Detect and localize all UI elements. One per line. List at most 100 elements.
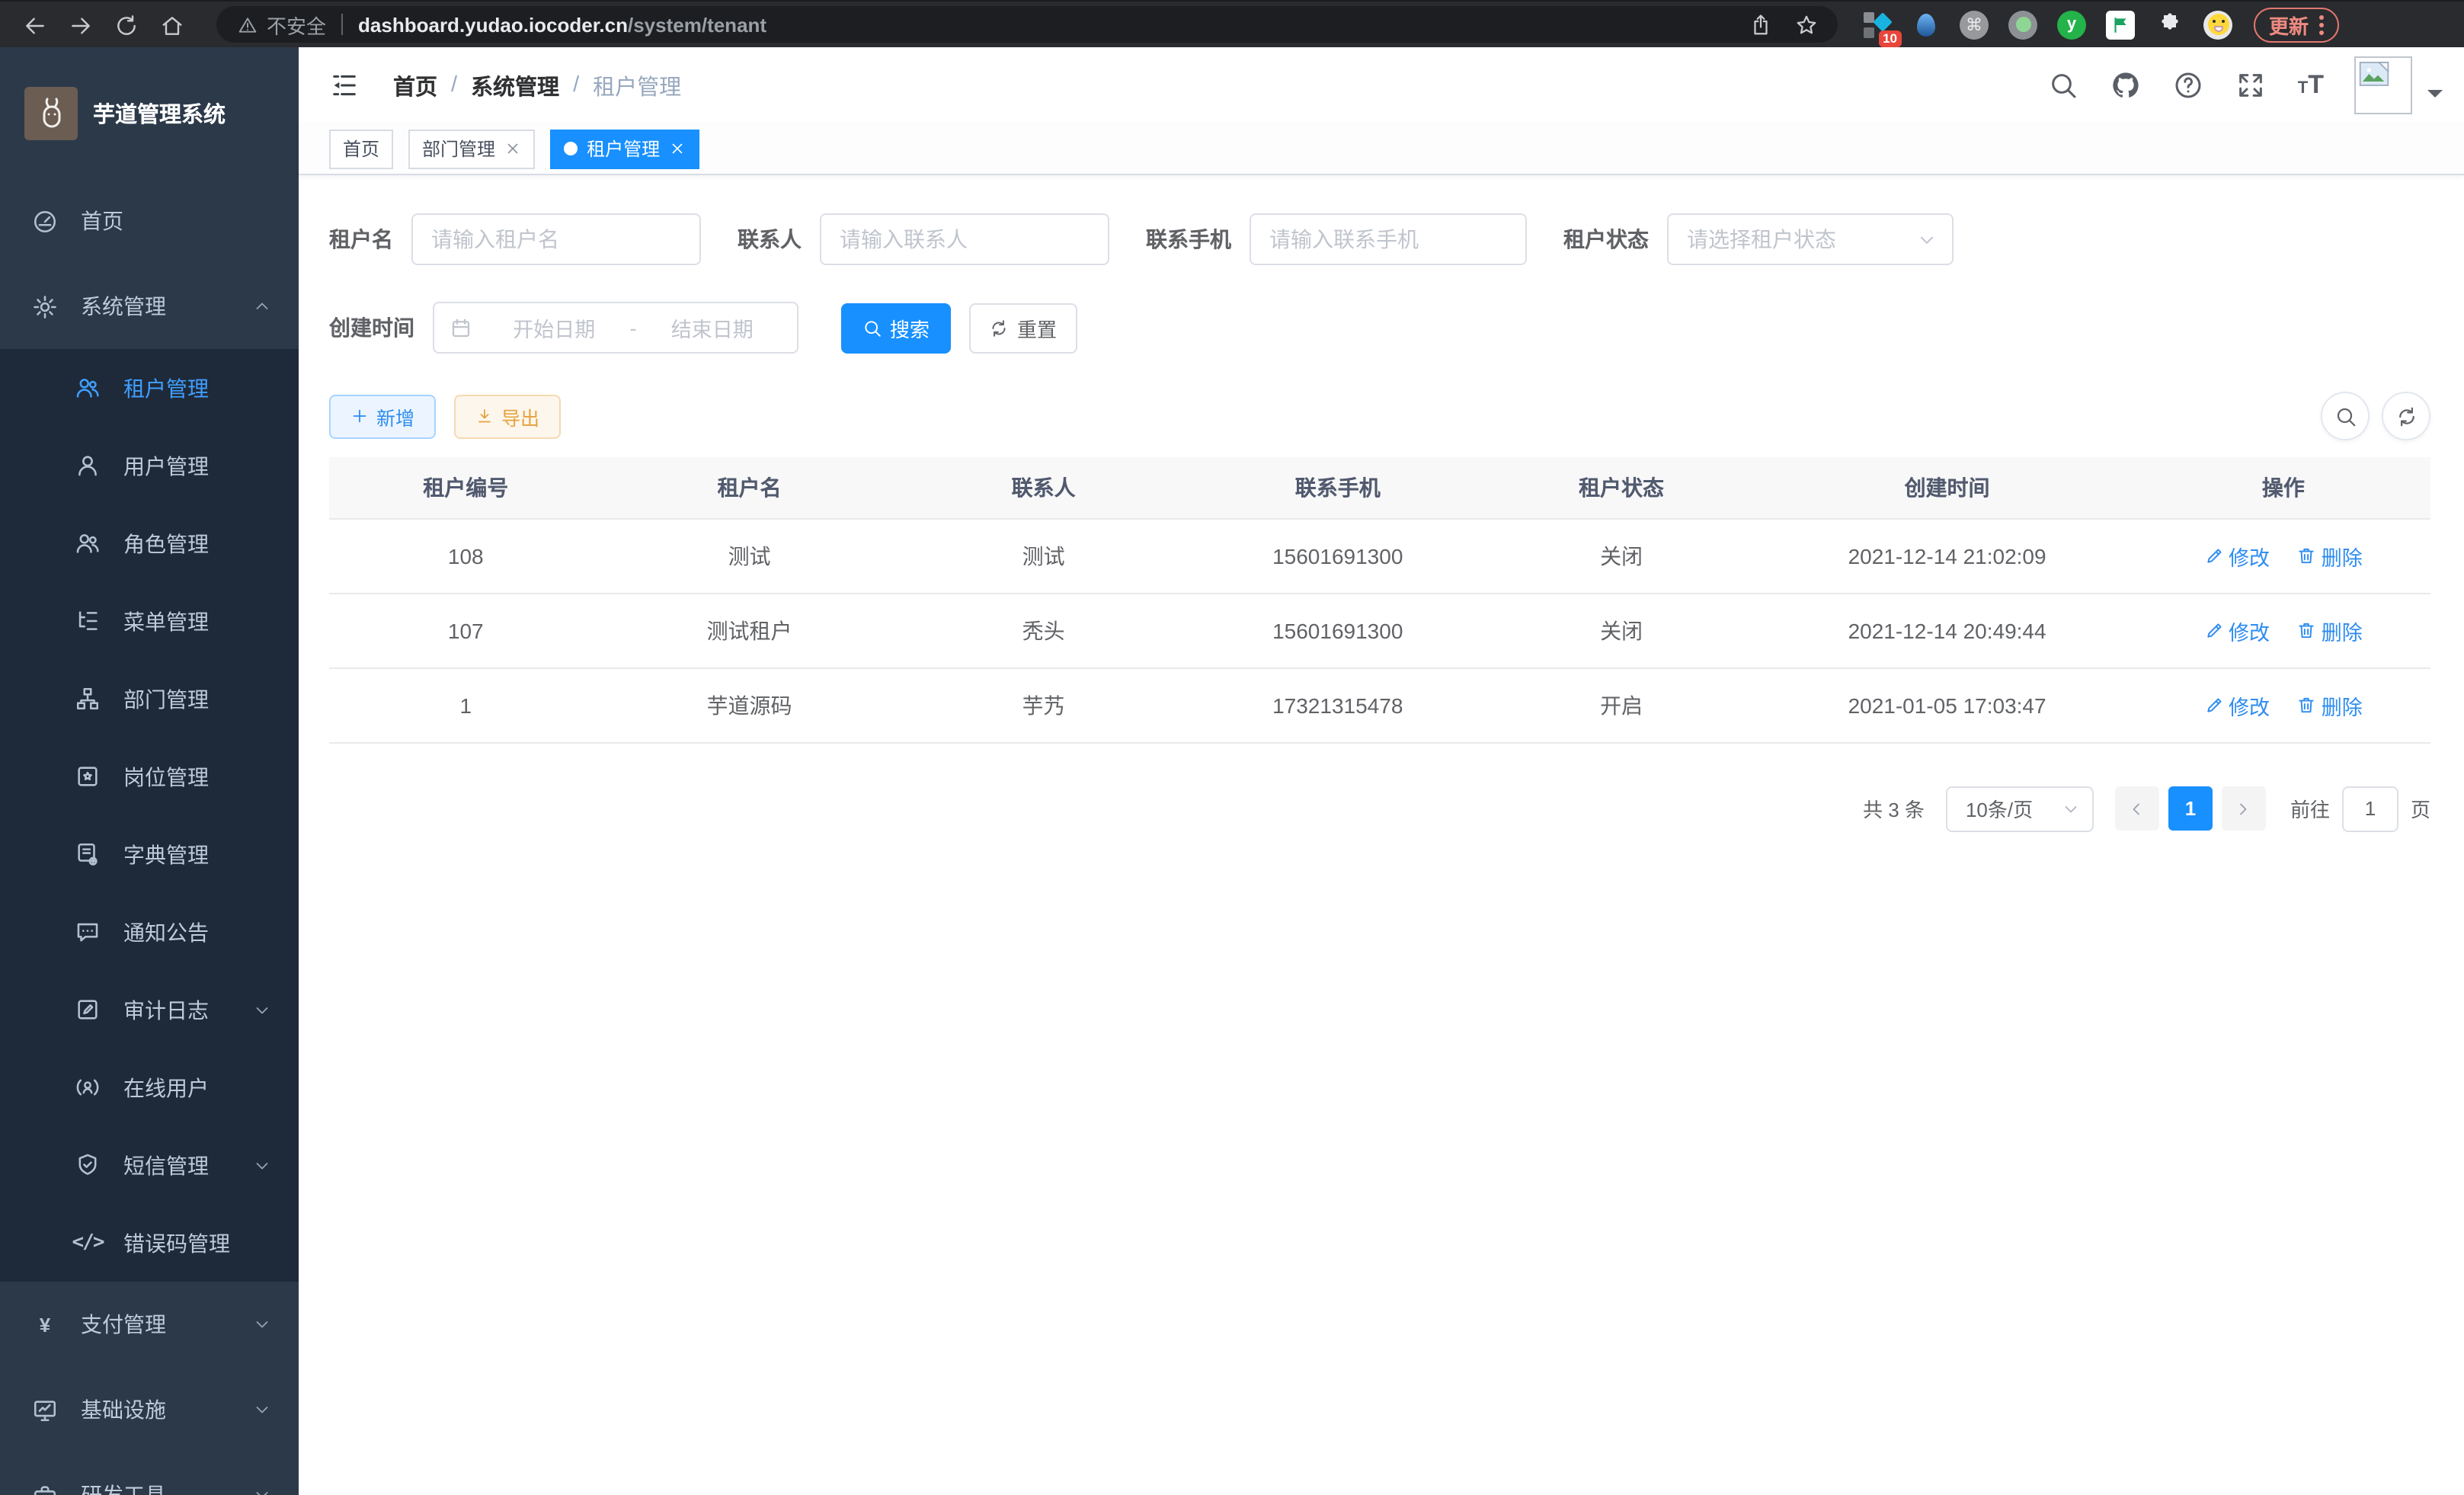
chevron-down-icon (253, 1401, 271, 1419)
date-range-picker[interactable]: 开始日期 - 结束日期 (433, 302, 798, 354)
edit-link[interactable]: 修改 (2204, 540, 2270, 571)
search-icon[interactable] (2048, 70, 2078, 101)
sidebar-item-sms[interactable]: 短信管理 (0, 1126, 299, 1204)
sidebar-item-audit-log[interactable]: 审计日志 (0, 971, 299, 1048)
sidebar-item-system[interactable]: 系统管理 (0, 264, 299, 349)
browser-menu-icon[interactable] (2319, 14, 2324, 34)
chevron-right-icon (2235, 799, 2253, 818)
goto-page-input[interactable] (2342, 786, 2398, 831)
flag-extension-icon[interactable] (2106, 10, 2135, 39)
command-extension-icon[interactable]: ⌘ (1960, 10, 1989, 39)
y-logo-extension-icon[interactable]: y (2057, 10, 2086, 39)
dict-book-icon (75, 841, 101, 867)
page-number-1[interactable]: 1 (2168, 786, 2213, 831)
github-icon[interactable] (2110, 70, 2141, 101)
yen-icon: ¥ (32, 1311, 58, 1337)
status-text: 开启 (1485, 667, 1758, 742)
contact-input[interactable] (820, 213, 1109, 265)
extension-bar: 10 ⌘ y (1862, 10, 2232, 39)
tab-home[interactable]: 首页 (329, 129, 393, 168)
chevron-down-icon (253, 1315, 271, 1333)
sidebar-item-dev-tools[interactable]: 研发工具 (0, 1452, 299, 1495)
browser-back-button[interactable] (12, 11, 58, 37)
sidebar-item-dept[interactable]: 部门管理 (0, 660, 299, 738)
status-select[interactable]: 请选择租户状态 (1667, 213, 1954, 265)
circle-extension-icon[interactable] (2008, 10, 2037, 39)
chevron-down-icon (253, 1000, 271, 1019)
url-bar[interactable]: 不安全 dashboard.yudao.iocoder.cn/system/te… (216, 6, 1838, 43)
trash-icon (2297, 695, 2317, 715)
tabs-extension-icon[interactable]: 10 (1862, 10, 1891, 39)
page-size-select[interactable]: 10条/页 (1946, 786, 2094, 831)
tenant-name-input[interactable] (411, 213, 701, 265)
org-tree-icon (75, 686, 101, 712)
col-tenant-name: 租户名 (603, 457, 897, 518)
sidebar-item-notice[interactable]: 通知公告 (0, 893, 299, 971)
browser-update-button[interactable]: 更新 (2254, 7, 2339, 42)
breadcrumb-home[interactable]: 首页 (393, 69, 437, 101)
status-text: 关闭 (1485, 593, 1758, 667)
sidebar-item-tenant[interactable]: 租户管理 (0, 349, 299, 427)
share-button[interactable] (1743, 12, 1777, 37)
refresh-icon (990, 318, 1010, 338)
mobile-input[interactable] (1250, 213, 1527, 265)
help-icon[interactable] (2173, 70, 2203, 101)
tab-tenant[interactable]: 租户管理 (550, 129, 699, 168)
total-count: 共 3 条 (1863, 794, 1925, 823)
contact-label: 联系人 (738, 224, 820, 255)
sidebar-item-error-code[interactable]: </> 错误码管理 (0, 1204, 299, 1282)
sidebar-item-post[interactable]: 岗位管理 (0, 738, 299, 815)
browser-home-button[interactable] (149, 11, 195, 37)
breadcrumb-system[interactable]: 系统管理 (471, 69, 559, 101)
table-header-row: 租户编号 租户名 联系人 联系手机 租户状态 创建时间 操作 (329, 457, 2430, 518)
balloon-extension-icon[interactable] (1911, 10, 1940, 39)
close-icon[interactable] (504, 140, 521, 157)
fullscreen-icon[interactable] (2235, 70, 2266, 101)
col-tenant-id: 租户编号 (329, 457, 603, 518)
font-size-icon[interactable]: TT (2298, 70, 2324, 101)
sidebar-item-pay[interactable]: ¥ 支付管理 (0, 1282, 299, 1367)
gauge-icon (32, 208, 58, 234)
sidebar-item-dict[interactable]: 字典管理 (0, 815, 299, 893)
edit-link[interactable]: 修改 (2204, 615, 2270, 645)
export-button[interactable]: 导出 (454, 394, 561, 438)
puzzle-extensions-icon[interactable] (2155, 10, 2184, 39)
sidebar-item-online-user[interactable]: 在线用户 (0, 1048, 299, 1126)
sidebar-item-home[interactable]: 首页 (0, 178, 299, 264)
emoji-extension-icon[interactable] (2203, 10, 2232, 39)
chevron-down-icon (2062, 799, 2080, 818)
app-logo-row[interactable]: 芋道管理系统 (0, 47, 299, 178)
prev-page-button[interactable] (2115, 786, 2159, 831)
sidebar-collapse-button[interactable] (329, 70, 360, 101)
mobile-label: 联系手机 (1146, 224, 1250, 255)
chevron-down-icon (1917, 229, 1937, 249)
end-date-placeholder: 结束日期 (643, 312, 782, 343)
bookmark-star-button[interactable] (1789, 12, 1822, 37)
edit-link[interactable]: 修改 (2204, 690, 2270, 720)
tab-dept[interactable]: 部门管理 (408, 129, 535, 168)
col-contact: 联系人 (897, 457, 1191, 518)
sidebar-item-infra[interactable]: 基础设施 (0, 1367, 299, 1452)
delete-link[interactable]: 删除 (2297, 540, 2363, 571)
create-time-label: 创建时间 (329, 312, 433, 343)
close-icon[interactable] (669, 140, 686, 157)
add-button[interactable]: 新增 (329, 394, 436, 438)
delete-link[interactable]: 删除 (2297, 615, 2363, 645)
search-button[interactable]: 搜索 (841, 303, 951, 353)
show-search-toggle-button[interactable] (2321, 392, 2370, 440)
refresh-table-button[interactable] (2382, 392, 2430, 440)
chevron-down-icon (253, 1486, 271, 1495)
delete-link[interactable]: 删除 (2297, 690, 2363, 720)
user-avatar-menu[interactable] (2354, 56, 2443, 114)
gear-icon (32, 293, 58, 319)
browser-forward-button[interactable] (58, 11, 104, 37)
url-path: /system/tenant (628, 13, 766, 36)
reset-button[interactable]: 重置 (969, 303, 1077, 353)
sidebar-item-user[interactable]: 用户管理 (0, 427, 299, 504)
browser-reload-button[interactable] (104, 11, 149, 37)
pagination: 共 3 条 10条/页 1 前往 页 (329, 786, 2430, 831)
next-page-button[interactable] (2222, 786, 2266, 831)
sidebar-item-role[interactable]: 角色管理 (0, 504, 299, 582)
sidebar-item-menu-mgmt[interactable]: 菜单管理 (0, 582, 299, 660)
col-status: 租户状态 (1485, 457, 1758, 518)
